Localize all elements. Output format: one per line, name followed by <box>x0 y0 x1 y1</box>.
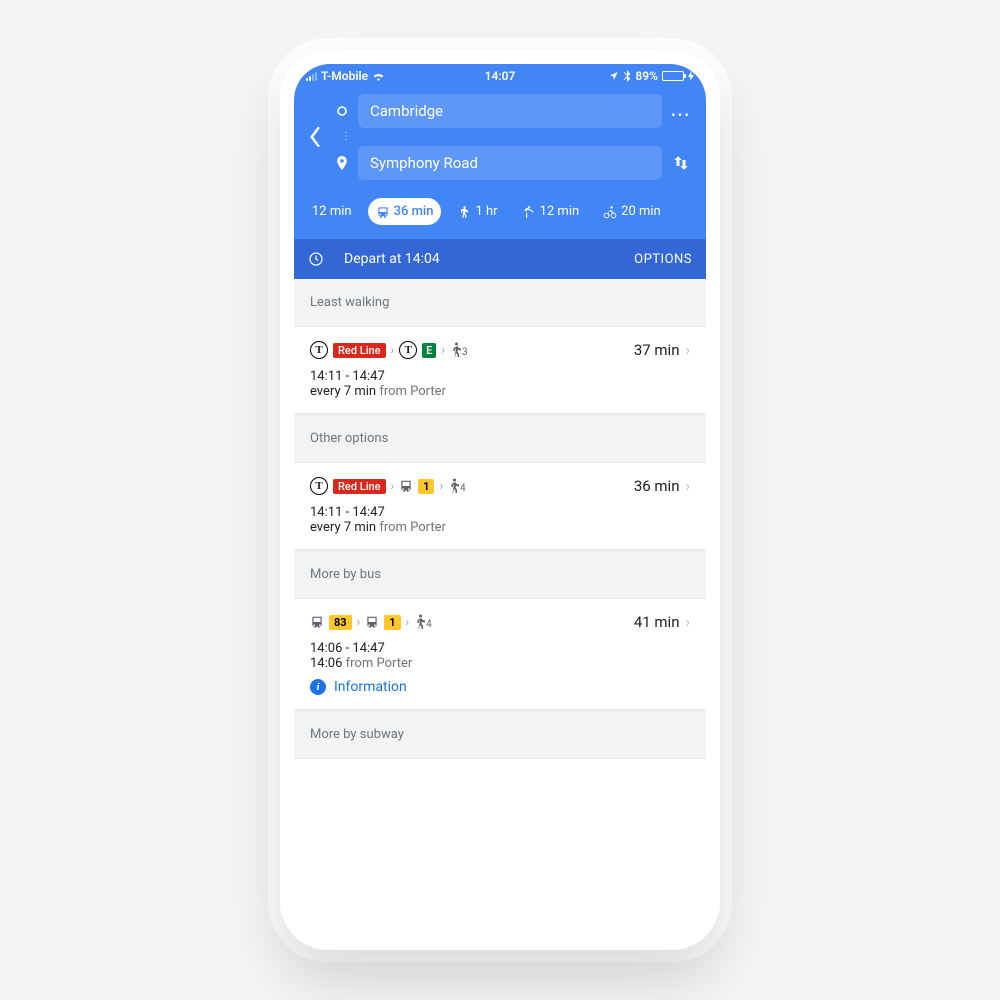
bus-icon <box>310 615 324 629</box>
depart-time-button[interactable]: Depart at 14:04 <box>344 251 634 267</box>
mode-tab-transit[interactable]: 36 min <box>368 198 442 225</box>
route-information-link[interactable]: i Information <box>310 679 690 695</box>
route-frequency-from: from Porter <box>379 384 446 399</box>
swap-button[interactable] <box>666 154 696 172</box>
carrier-label: T-Mobile <box>321 69 368 83</box>
route-frequency: every 7 min from Porter <box>310 520 690 535</box>
chevron-right-icon: › <box>685 341 690 359</box>
duration-text: 36 min <box>634 477 680 495</box>
section-other-options: Other options <box>294 414 706 463</box>
mbta-t-icon: T <box>310 477 328 495</box>
walking-segment-icon: 4 <box>448 478 466 494</box>
route-time-range: 14:11 - 14:47 <box>310 505 690 520</box>
bus-route-badge: 1 <box>418 479 434 494</box>
chevron-right-icon: › <box>439 479 443 493</box>
section-more-by-subway: More by subway <box>294 710 706 759</box>
chevron-right-icon: › <box>357 615 361 629</box>
route-segments: 83 › 1 › 4 <box>310 614 432 630</box>
red-line-badge: Red Line <box>333 343 386 358</box>
mode-tab-cycling[interactable]: 20 min <box>595 198 669 225</box>
route-time-range: 14:11 - 14:47 <box>310 369 690 384</box>
route-frequency-from: from Porter <box>379 520 446 535</box>
route-time-range: 14:06 - 14:47 <box>310 641 690 656</box>
destination-pin-icon <box>334 156 350 170</box>
origin-input[interactable]: Cambridge <box>358 94 662 128</box>
mode-tab-rideshare[interactable]: 12 min <box>514 198 588 225</box>
wifi-icon <box>372 71 385 81</box>
directions-header: Cambridge ⋮ Symphony Road ⋯ <box>294 88 706 186</box>
charging-icon <box>688 71 694 81</box>
bus-route-badge: 1 <box>384 615 400 630</box>
duration-text: 41 min <box>634 613 680 631</box>
chevron-right-icon: › <box>685 613 690 631</box>
route-frequency-text: 14:06 <box>310 656 346 671</box>
mode-cycling-label: 20 min <box>621 204 661 219</box>
destination-input[interactable]: Symphony Road <box>358 146 662 180</box>
battery-percent: 89% <box>635 69 658 83</box>
route-frequency: every 7 min from Porter <box>310 384 690 399</box>
bus-icon <box>365 615 379 629</box>
mode-transit-label: 36 min <box>394 204 434 219</box>
chevron-right-icon: › <box>685 477 690 495</box>
green-line-e-badge: E <box>422 343 436 358</box>
back-button[interactable] <box>300 126 330 148</box>
walk-minutes: 4 <box>460 483 466 494</box>
bus-icon <box>399 479 413 493</box>
mode-tab-driving[interactable]: 12 min <box>304 198 360 225</box>
walking-icon <box>457 205 471 219</box>
chevron-right-icon: › <box>391 343 395 357</box>
duration-text: 37 min <box>634 341 680 359</box>
mode-walking-label: 1 hr <box>475 204 497 219</box>
clock-time: 14:07 <box>435 69 564 83</box>
battery-icon <box>662 71 684 81</box>
screen: T-Mobile 14:07 89% <box>294 64 706 936</box>
route-segments: T Red Line › 1 › 4 <box>310 477 466 495</box>
rideshare-icon <box>522 205 536 219</box>
info-icon: i <box>310 679 326 695</box>
travel-mode-tabs: 12 min 36 min 1 hr 12 min <box>294 186 706 239</box>
red-line-badge: Red Line <box>333 479 386 494</box>
bluetooth-icon <box>623 70 631 82</box>
status-bar: T-Mobile 14:07 89% <box>294 64 706 88</box>
clock-icon <box>308 251 328 267</box>
walking-segment-icon: 3 <box>450 342 468 358</box>
route-card[interactable]: T Red Line › 1 › 4 36 <box>294 463 706 550</box>
route-duration: 37 min › <box>634 341 690 359</box>
section-more-by-bus: More by bus <box>294 550 706 599</box>
routes-list[interactable]: Least walking T Red Line › T E › 3 <box>294 279 706 936</box>
info-label: Information <box>334 679 407 695</box>
route-segments: T Red Line › T E › 3 <box>310 341 468 359</box>
section-least-walking: Least walking <box>294 279 706 327</box>
walk-minutes: 4 <box>426 619 432 630</box>
chevron-right-icon: › <box>441 343 445 357</box>
mode-driving-label: 12 min <box>312 204 352 219</box>
transit-icon <box>376 205 390 219</box>
route-frequency-text: every 7 min <box>310 520 379 535</box>
walking-segment-icon: 4 <box>414 614 432 630</box>
chevron-right-icon: › <box>391 479 395 493</box>
route-card[interactable]: 83 › 1 › 4 41 min › <box>294 599 706 710</box>
mode-rideshare-label: 12 min <box>540 204 580 219</box>
route-dots-icon: ⋮ <box>334 131 662 143</box>
route-frequency: 14:06 from Porter <box>310 656 690 671</box>
route-frequency-text: every 7 min <box>310 384 379 399</box>
route-card[interactable]: T Red Line › T E › 3 37 min › <box>294 327 706 414</box>
more-options-button[interactable]: ⋯ <box>666 102 696 126</box>
mbta-t-icon: T <box>399 341 417 359</box>
walk-minutes: 3 <box>462 347 468 358</box>
origin-dot-icon <box>334 105 350 117</box>
route-frequency-from: from Porter <box>346 656 413 671</box>
route-duration: 41 min › <box>634 613 690 631</box>
location-icon <box>609 71 619 81</box>
bus-route-badge: 83 <box>329 615 352 630</box>
mode-tab-walking[interactable]: 1 hr <box>449 198 505 225</box>
cycling-icon <box>603 205 617 219</box>
cellular-signal-icon <box>306 71 317 81</box>
depart-bar: Depart at 14:04 OPTIONS <box>294 239 706 279</box>
route-options-button[interactable]: OPTIONS <box>634 252 692 267</box>
phone-frame: T-Mobile 14:07 89% <box>280 50 720 950</box>
route-duration: 36 min › <box>634 477 690 495</box>
mbta-t-icon: T <box>310 341 328 359</box>
chevron-right-icon: › <box>406 615 410 629</box>
